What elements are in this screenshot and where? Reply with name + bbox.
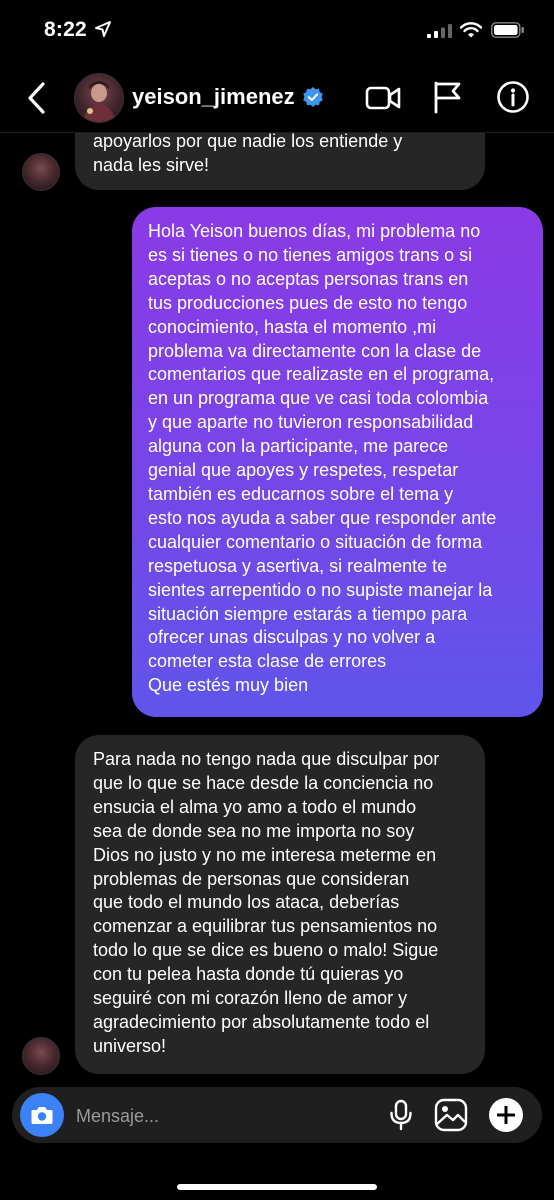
message-composer <box>12 1087 542 1145</box>
signal-icon <box>427 24 452 38</box>
info-icon[interactable] <box>496 80 530 114</box>
contact-username[interactable]: yeison_jimenez <box>132 84 295 110</box>
avatar-photo-icon <box>83 81 115 122</box>
chat-header: yeison_jimenez <box>0 62 554 133</box>
camera-button[interactable] <box>20 1093 64 1137</box>
camera-icon <box>31 1107 53 1124</box>
back-chevron-icon[interactable] <box>22 80 52 116</box>
status-time: 8:22 <box>44 18 87 41</box>
message-incoming[interactable]: Para nada no tengo nada que disculpar po… <box>75 735 485 1074</box>
battery-icon <box>491 22 524 38</box>
microphone-icon[interactable] <box>388 1099 414 1131</box>
verified-badge-icon <box>303 87 323 107</box>
video-call-icon[interactable] <box>365 82 401 114</box>
gallery-icon[interactable] <box>434 1098 468 1132</box>
location-arrow-icon <box>95 21 111 37</box>
plus-icon <box>497 1106 515 1124</box>
message-input[interactable] <box>74 1087 378 1145</box>
home-indicator[interactable] <box>177 1184 377 1190</box>
flag-icon[interactable] <box>432 80 464 114</box>
sender-avatar[interactable] <box>22 1037 60 1075</box>
sender-avatar[interactable] <box>22 153 60 191</box>
add-content-button[interactable] <box>489 1098 523 1132</box>
wifi-icon <box>460 22 482 38</box>
contact-avatar[interactable] <box>74 73 124 123</box>
status-bar: 8:22 <box>0 0 554 60</box>
message-outgoing[interactable]: Hola Yeison buenos días, mi problema no … <box>132 207 543 717</box>
